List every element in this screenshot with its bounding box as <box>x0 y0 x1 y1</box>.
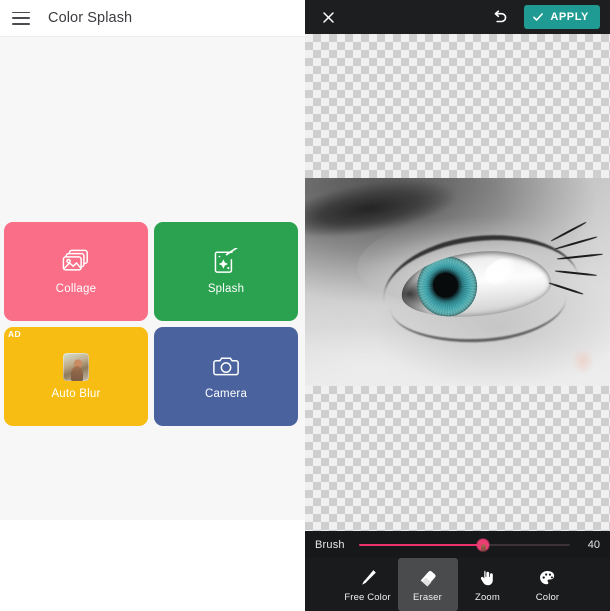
palette-icon <box>538 567 557 589</box>
apply-button-label: APPLY <box>550 11 589 23</box>
eye-photo[interactable] <box>305 178 610 386</box>
brush-size-row: Brush 40 <box>305 531 610 558</box>
camera-icon <box>211 353 241 381</box>
tool-label: Zoom <box>475 591 500 603</box>
photo-thumb-icon <box>63 353 89 381</box>
hamburger-line <box>12 22 30 25</box>
tile-label: Collage <box>55 283 97 295</box>
editor-toolbar: Free Color Eraser Zoom Color <box>305 558 610 611</box>
app-bar: Color Splash <box>0 0 305 37</box>
hamburger-line <box>12 17 30 19</box>
page-title: Color Splash <box>48 10 133 26</box>
editor-panel: APPLY Brush 40 Free Color Eraser Zoom Co… <box>305 0 610 611</box>
feature-tile-grid: Collage Splash AD Auto Blur Camera <box>0 222 305 426</box>
editor-canvas[interactable] <box>305 34 610 531</box>
editor-top-bar: APPLY <box>305 0 610 34</box>
hand-icon <box>478 567 497 589</box>
tool-label: Free Color <box>344 591 391 603</box>
tool-label: Color <box>535 591 560 603</box>
tile-collage[interactable]: Collage <box>4 222 148 321</box>
magic-wand-icon <box>211 246 241 276</box>
home-panel: Color Splash Collage Splash AD Auto Blur… <box>0 0 305 611</box>
tile-label: Camera <box>204 388 248 400</box>
close-icon[interactable] <box>313 2 343 32</box>
brush-value: 40 <box>587 538 600 551</box>
home-background-lower <box>0 520 305 611</box>
skin-tone-accent <box>572 348 594 374</box>
hamburger-line <box>12 11 30 14</box>
apply-button[interactable]: APPLY <box>524 5 600 29</box>
tile-label: Auto Blur <box>51 388 101 400</box>
slider-fill <box>358 543 484 546</box>
ad-badge: AD <box>8 329 21 339</box>
hamburger-menu-icon[interactable] <box>12 11 30 25</box>
tool-eraser[interactable]: Eraser <box>397 558 458 611</box>
tool-color[interactable]: Color <box>518 558 578 611</box>
tile-camera[interactable]: Camera <box>154 327 298 426</box>
undo-arrow-icon[interactable] <box>484 3 514 31</box>
tile-label: Splash <box>207 283 245 295</box>
pen-icon <box>358 567 378 589</box>
brush-label: Brush <box>315 538 345 551</box>
brush-size-slider[interactable] <box>358 537 570 553</box>
tool-zoom[interactable]: Zoom <box>458 558 518 611</box>
slider-thumb[interactable] <box>477 538 490 551</box>
tile-splash[interactable]: Splash <box>154 222 298 321</box>
check-icon <box>532 11 544 23</box>
tool-label: Eraser <box>413 591 442 603</box>
photo-stack-icon <box>61 248 91 276</box>
eraser-icon <box>417 567 439 589</box>
tool-free-color[interactable]: Free Color <box>338 558 398 611</box>
tile-auto-blur[interactable]: AD Auto Blur <box>4 327 148 426</box>
